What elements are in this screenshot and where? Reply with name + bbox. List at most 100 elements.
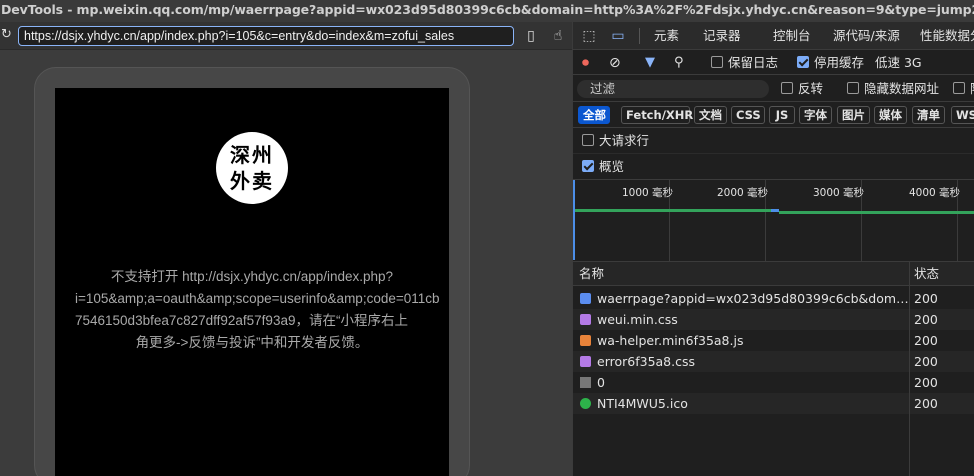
type-filter-img[interactable]: 图片: [837, 106, 870, 124]
request-name: error6f35a8.css: [597, 354, 696, 369]
preserve-log-checkbox[interactable]: 保留日志: [711, 54, 778, 72]
window-title-bar: DevTools - mp.weixin.qq.com/mp/waerrpage…: [0, 0, 974, 22]
filter-placeholder: 过滤: [590, 81, 616, 96]
type-filter-all[interactable]: 全部: [578, 106, 610, 124]
shop-logo: 深州 外卖: [216, 132, 288, 204]
checkbox-checked-icon: [582, 160, 594, 172]
tab-console[interactable]: 控制台: [773, 22, 811, 50]
request-name: NTI4MWU5.ico: [597, 396, 688, 411]
request-status: 200: [914, 333, 938, 348]
filter-row: 过滤 反转 隐藏数据网址 隐: [573, 76, 974, 102]
device-emulation-pane: ↻ https://dsjx.yhdyc.cn/app/index.php?i=…: [0, 22, 572, 476]
resource-type-filters: 全部 Fetch/XHR 文档 CSS JS 字体 图片 媒体 清单 WS: [573, 103, 974, 128]
checkbox-icon: [582, 134, 594, 146]
type-filter-js[interactable]: JS: [769, 106, 795, 124]
type-filter-ws[interactable]: WS: [951, 106, 974, 124]
request-status: 200: [914, 354, 938, 369]
logo-text-bottom: 外卖: [230, 169, 274, 193]
table-row[interactable]: 0 200: [573, 372, 974, 393]
checkbox-icon: [953, 82, 965, 94]
table-row[interactable]: error6f35a8.css 200: [573, 351, 974, 372]
waterfall-bar: [771, 209, 779, 212]
url-input[interactable]: https://dsjx.yhdyc.cn/app/index.php?i=10…: [18, 26, 514, 46]
table-row[interactable]: NTI4MWU5.ico 200: [573, 393, 974, 414]
error-line: 角更多->反馈与投诉”中和开发者反馈。: [135, 335, 369, 350]
stylesheet-icon: [580, 314, 591, 325]
request-status: 200: [914, 375, 938, 390]
table-row[interactable]: weui.min.css 200: [573, 309, 974, 330]
hide-data-urls-label: 隐藏数据网址: [864, 81, 940, 96]
emulated-url-bar: ↻ https://dsjx.yhdyc.cn/app/index.php?i=…: [0, 22, 572, 50]
request-status: 200: [914, 291, 938, 306]
touch-cursor-icon[interactable]: ☝: [548, 27, 568, 45]
phone-screen: 深州 外卖 不支持打开 http://dsjx.yhdyc.cn/app/ind…: [55, 88, 449, 476]
type-filter-manifest[interactable]: 清单: [912, 106, 945, 124]
stylesheet-icon: [580, 356, 591, 367]
hide-data-urls-checkbox[interactable]: 隐藏数据网址: [847, 80, 939, 98]
request-name: 0: [597, 375, 605, 390]
hide-extension-checkbox[interactable]: 隐: [953, 80, 974, 98]
type-filter-font[interactable]: 字体: [799, 106, 832, 124]
invert-label: 反转: [798, 81, 824, 96]
waterfall-bar: [779, 211, 974, 214]
checkbox-icon: [847, 82, 859, 94]
favicon-icon: [580, 398, 591, 409]
tab-performance[interactable]: 性能数据分: [920, 22, 974, 50]
disable-cache-checkbox[interactable]: 停用缓存: [797, 54, 864, 72]
network-toolbar: ⏺ ⊘ ▼ ⚲ 保留日志 停用缓存 低速 3G: [573, 51, 974, 75]
overview-option[interactable]: 概览: [573, 154, 974, 180]
checkbox-icon: [711, 56, 723, 68]
error-line: i=105&amp;a=oauth&amp;scope=userinfo&amp…: [75, 291, 440, 306]
window-title: DevTools - mp.weixin.qq.com/mp/waerrpage…: [1, 2, 974, 17]
device-toolbar-icon[interactable]: ▭: [608, 27, 628, 45]
clear-icon[interactable]: ⊘: [609, 54, 621, 72]
throttle-select[interactable]: 低速 3G: [875, 54, 922, 72]
tab-divider: [639, 28, 640, 44]
preserve-log-label: 保留日志: [728, 55, 779, 70]
error-line: 不支持打开 http://dsjx.yhdyc.cn/app/index.php…: [110, 269, 394, 284]
big-rows-checkbox[interactable]: 大请求行: [582, 132, 649, 150]
column-divider: [909, 262, 910, 476]
type-filter-media[interactable]: 媒体: [874, 106, 907, 124]
tab-recorder[interactable]: 记录器: [703, 22, 741, 50]
filter-icon[interactable]: ▼: [645, 54, 655, 72]
big-request-rows-option[interactable]: 大请求行: [573, 128, 974, 154]
document-icon: [580, 293, 591, 304]
checkbox-icon: [781, 82, 793, 94]
network-overview-timeline[interactable]: 1000 毫秒 2000 毫秒 3000 毫秒 4000 毫秒: [573, 180, 974, 262]
request-status: 200: [914, 396, 938, 411]
timeline-tick-label: 2000 毫秒: [717, 187, 769, 199]
devtools-tab-bar: ⬚ ▭ 元素 记录器 控制台 源代码/来源 性能数据分: [573, 22, 974, 50]
timeline-tick-label: 4000 毫秒: [909, 187, 961, 199]
reload-icon[interactable]: ↻: [1, 28, 13, 42]
error-line: 7546150d3bfea7c827dff92af57f93a9，请在“小程序右…: [75, 313, 408, 328]
devtools-panel: ⬚ ▭ 元素 记录器 控制台 源代码/来源 性能数据分 ⏺ ⊘ ▼ ⚲ 保留日志…: [572, 22, 974, 476]
stop-recording-icon[interactable]: ⏺: [582, 54, 589, 72]
column-header-name[interactable]: 名称: [579, 262, 604, 286]
big-rows-label: 大请求行: [599, 133, 650, 148]
script-icon: [580, 335, 591, 346]
rotate-device-icon[interactable]: ▯: [521, 27, 541, 45]
column-header-status[interactable]: 状态: [914, 262, 939, 286]
request-status: 200: [914, 312, 938, 327]
overview-label: 概览: [599, 159, 625, 174]
hide-extension-label: 隐: [970, 81, 974, 96]
table-row[interactable]: wa-helper.min6f35a8.js 200: [573, 330, 974, 351]
overview-checkbox[interactable]: 概览: [582, 158, 624, 176]
tab-sources[interactable]: 源代码/来源: [833, 22, 900, 50]
timeline-marker: [573, 180, 575, 260]
inspect-element-icon[interactable]: ⬚: [579, 27, 599, 45]
invert-checkbox[interactable]: 反转: [781, 80, 823, 98]
type-filter-css[interactable]: CSS: [731, 106, 765, 124]
timeline-tick-label: 3000 毫秒: [813, 187, 865, 199]
tab-elements[interactable]: 元素: [654, 22, 679, 50]
requests-table-header: 名称 状态: [573, 262, 974, 286]
search-icon[interactable]: ⚲: [674, 54, 684, 72]
logo-text-top: 深州: [230, 143, 274, 167]
table-row[interactable]: waerrpage?appid=wx023d95d80399c6cb&domai…: [573, 288, 974, 309]
waterfall-bar: [575, 209, 771, 212]
type-filter-fetch-xhr[interactable]: Fetch/XHR: [621, 106, 693, 124]
type-filter-doc[interactable]: 文档: [694, 106, 727, 124]
timeline-tick-label: 1000 毫秒: [622, 187, 674, 199]
filter-input[interactable]: 过滤: [577, 80, 769, 98]
